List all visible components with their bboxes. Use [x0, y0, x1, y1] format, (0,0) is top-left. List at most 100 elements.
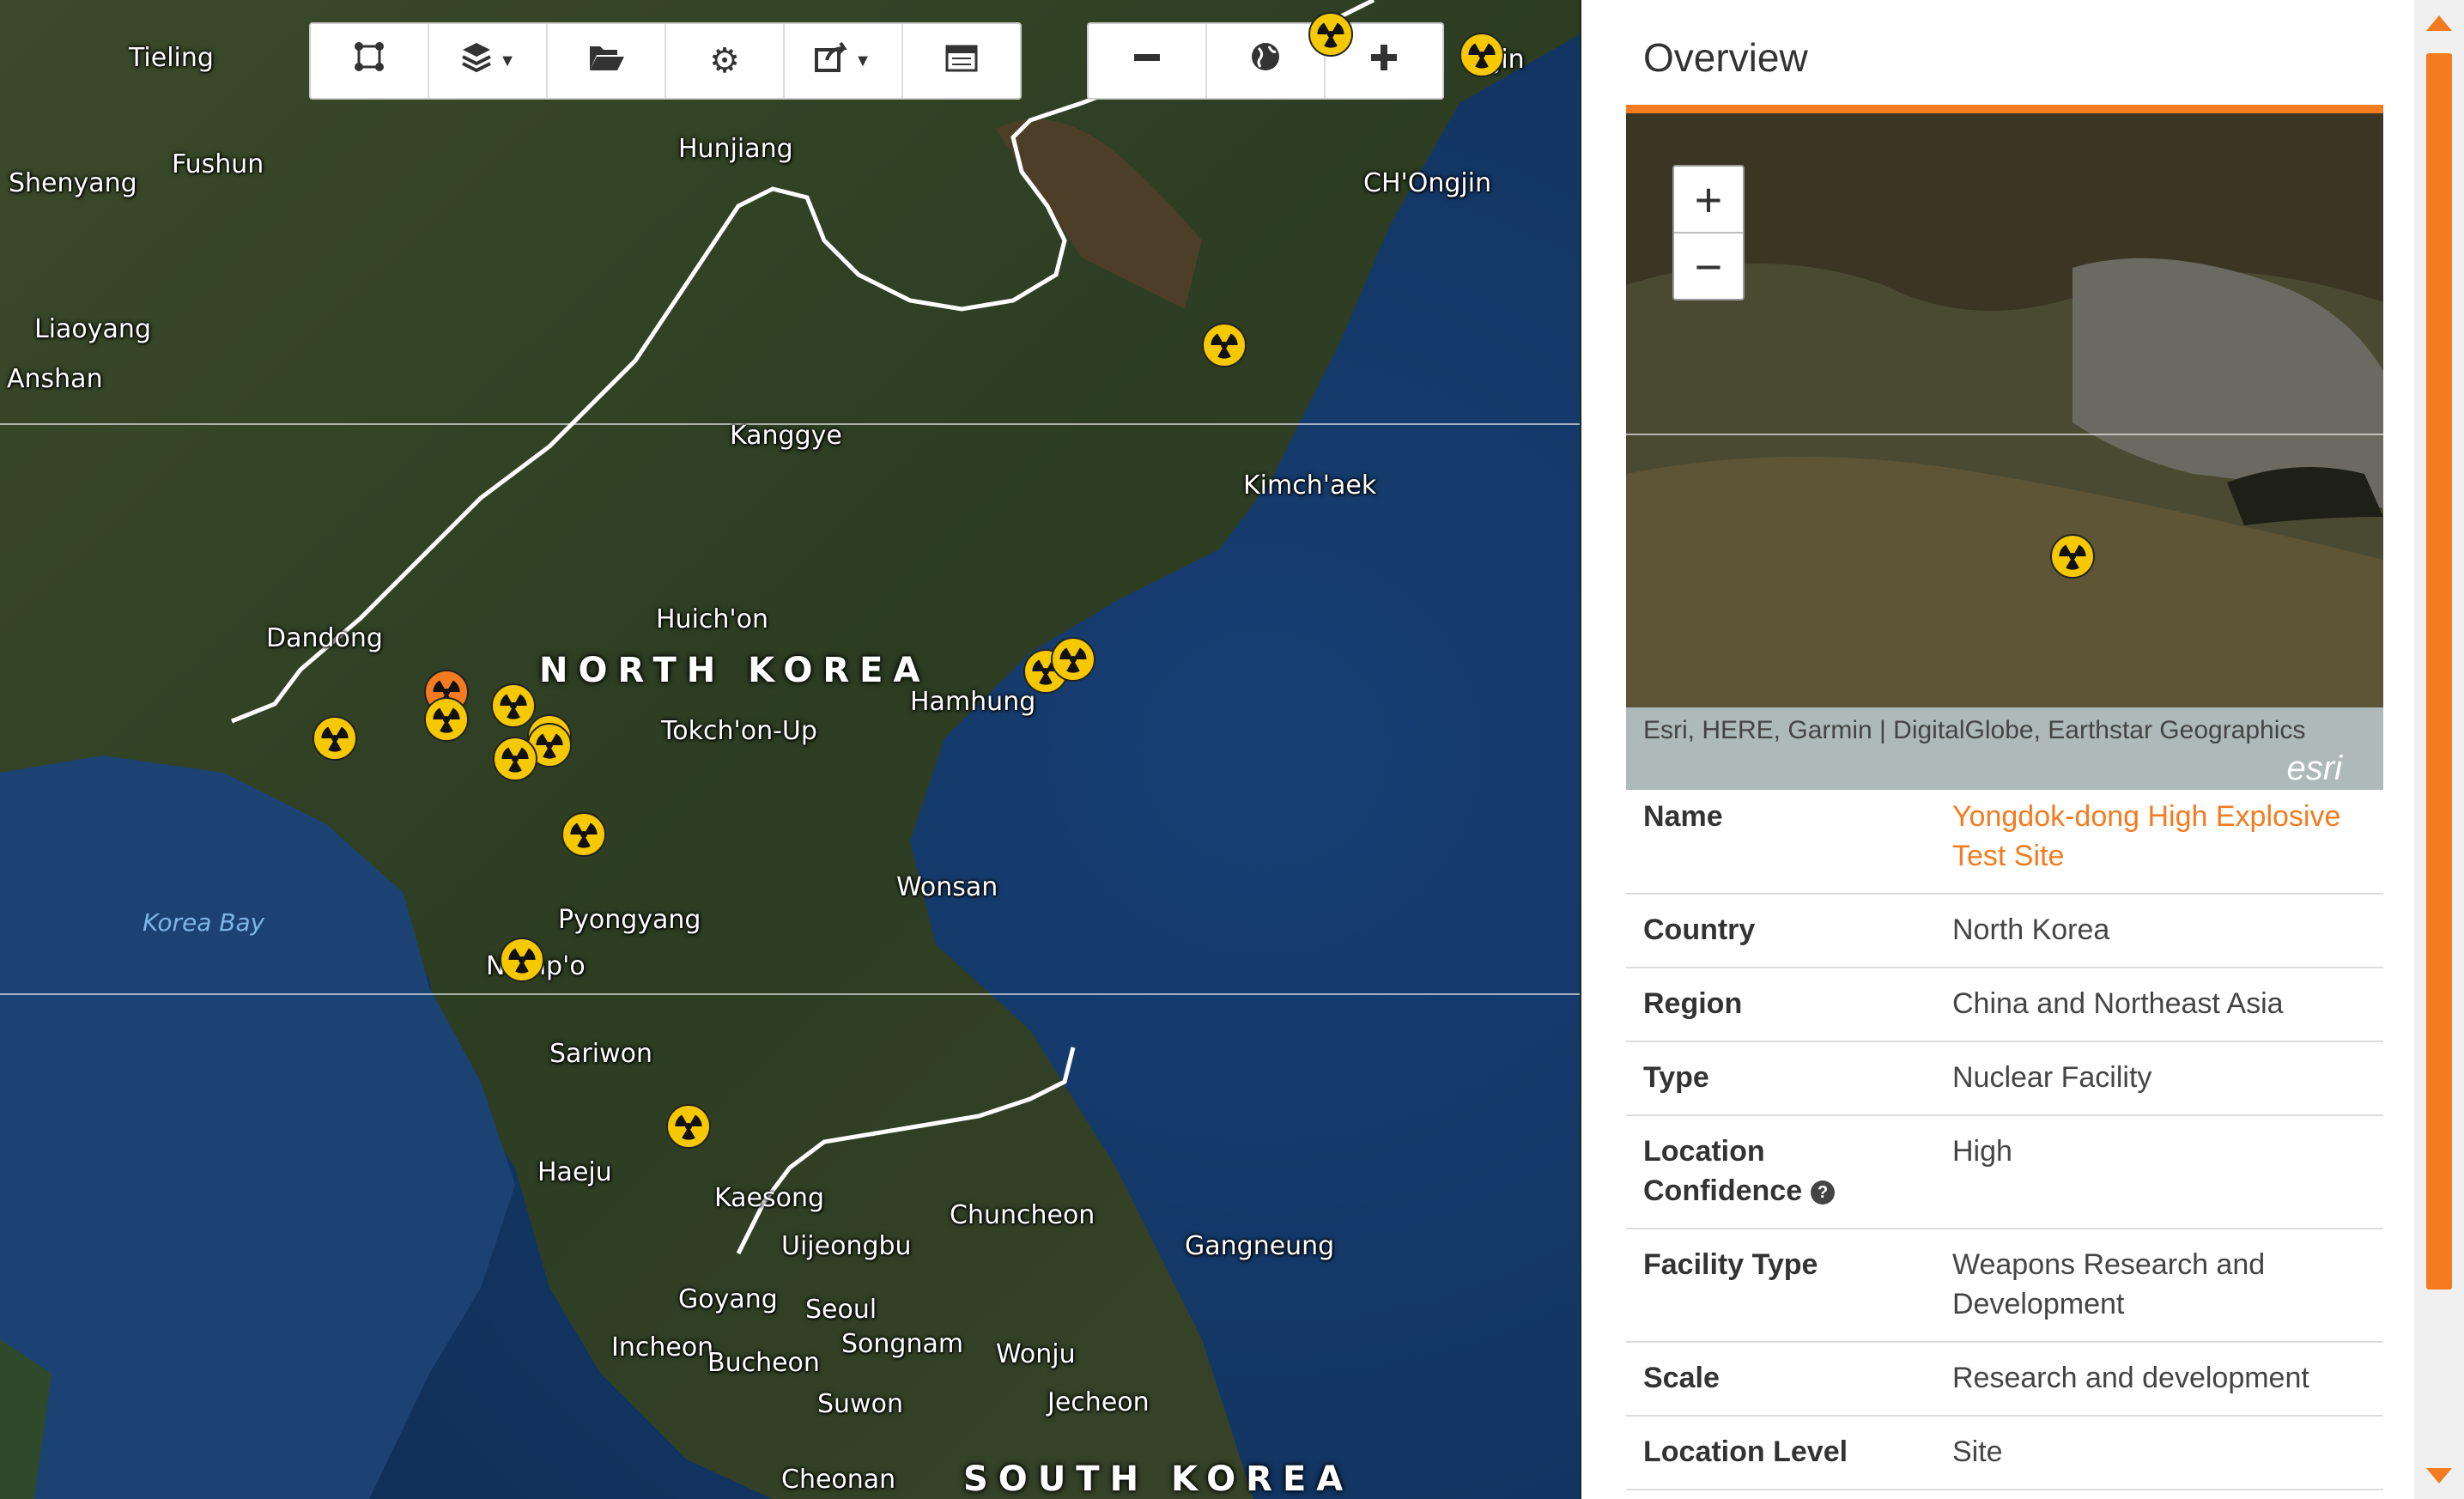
- water-label: Korea Bay: [143, 908, 265, 937]
- scroll-up-arrow-icon[interactable]: [2426, 15, 2452, 31]
- panel-scrollbar[interactable]: [2414, 0, 2464, 1499]
- table-row: Region China and Northeast Asia: [1626, 968, 2383, 1042]
- city-label: Hunjiang: [678, 134, 793, 164]
- table-row: Type Nuclear Facility: [1626, 1041, 2383, 1116]
- facility-marker[interactable]: [492, 736, 538, 782]
- city-label: Chuncheon: [950, 1200, 1095, 1230]
- city-label: Wonsan: [896, 872, 998, 902]
- nuclear-radiation-icon: [1308, 12, 1353, 57]
- facility-marker[interactable]: [1308, 11, 1354, 58]
- row-key: Region: [1626, 968, 1935, 1042]
- city-label: Cheonan: [781, 1465, 896, 1495]
- row-key-with-help: Location Confidence?: [1626, 1115, 1935, 1229]
- gear-icon: ⚙: [709, 42, 740, 80]
- overview-map[interactable]: + − Esri, HERE, Garmin | DigitalGlobe, E…: [1626, 105, 2383, 790]
- overview-zoom-control: + −: [1672, 165, 1745, 300]
- table-row: Location Level Site: [1626, 1416, 2383, 1490]
- folder-icon: [588, 42, 624, 81]
- layers-button[interactable]: ▼: [429, 24, 548, 98]
- draw-tool-button[interactable]: [311, 24, 429, 98]
- table-row: Name Yongdok-dong High Explosive Test Sit…: [1626, 781, 2383, 895]
- city-label: Songnam: [841, 1329, 964, 1359]
- scroll-down-arrow-icon[interactable]: [2426, 1468, 2452, 1484]
- row-key: Country: [1626, 894, 1935, 968]
- details-table: Name Yongdok-dong High Explosive Test Sit…: [1626, 781, 2383, 1490]
- table-row: Scale Research and development: [1626, 1342, 2383, 1417]
- nuclear-radiation-icon: [1460, 33, 1504, 77]
- selected-site-marker[interactable]: [2049, 533, 2096, 580]
- city-label: Hamhung: [910, 687, 1036, 717]
- city-label: Gangneung: [1185, 1231, 1335, 1261]
- panel-title: Overview: [1643, 35, 1808, 80]
- city-label: Shenyang: [9, 168, 137, 198]
- row-key: Name: [1626, 781, 1935, 895]
- table-row: Location Confidence? High: [1626, 1115, 2383, 1229]
- chevron-down-icon: ▼: [854, 51, 871, 70]
- nuclear-radiation-icon: [424, 697, 469, 742]
- draw-icon: [352, 39, 386, 82]
- nuclear-radiation-icon: [493, 737, 537, 781]
- row-value: Research and development: [1935, 1342, 2383, 1417]
- facility-marker[interactable]: [423, 696, 470, 743]
- map-view[interactable]: ▼ ⚙ ▼ Tieling Shenyang Fushun Hunjiang CH'On…: [0, 0, 1580, 1499]
- calendar-icon: [945, 41, 978, 81]
- row-key: Type: [1626, 1041, 1935, 1116]
- city-label: Jecheon: [1047, 1387, 1150, 1417]
- globe-icon: [1250, 41, 1281, 81]
- country-label: NORTH KOREA: [539, 651, 931, 690]
- plus-icon: [1369, 42, 1399, 81]
- facility-marker[interactable]: [1201, 322, 1247, 368]
- nuclear-radiation-icon: [1202, 323, 1247, 367]
- attribution-text: Esri, HERE, Garmin | DigitalGlobe, Earth…: [1643, 716, 2306, 744]
- row-value: Weapons Research and Development: [1935, 1229, 2383, 1343]
- city-label: Kaesong: [714, 1183, 825, 1213]
- nuclear-radiation-icon: [1051, 637, 1095, 682]
- facility-marker[interactable]: [1050, 636, 1096, 683]
- nuclear-radiation-icon: [313, 716, 357, 761]
- zoom-toolbar: [1087, 22, 1444, 100]
- overview-zoom-in-button[interactable]: +: [1674, 167, 1743, 234]
- table-row: Facility Type Weapons Research and Develo…: [1626, 1229, 2383, 1343]
- city-label: Wonju: [996, 1339, 1076, 1369]
- site-name-link[interactable]: Yongdok-dong High Explosive Test Site: [1935, 781, 2383, 895]
- facility-marker[interactable]: [665, 1103, 712, 1150]
- city-label: Goyang: [678, 1284, 778, 1314]
- table-row: Country North Korea: [1626, 894, 2383, 968]
- city-label: Anshan: [7, 364, 103, 394]
- row-value: Site: [1935, 1416, 2383, 1490]
- row-key: Location Confidence: [1643, 1135, 1803, 1207]
- help-icon[interactable]: ?: [1811, 1180, 1836, 1205]
- city-label: Uijeongbu: [781, 1231, 912, 1261]
- row-value: High: [1935, 1115, 2383, 1229]
- row-key: Location Level: [1626, 1416, 1935, 1490]
- satellite-basemap: [0, 0, 1580, 1499]
- map-tools-toolbar: ▼ ⚙ ▼: [309, 22, 1022, 100]
- zoom-out-button[interactable]: [1089, 24, 1207, 98]
- open-button[interactable]: [548, 24, 666, 98]
- city-label: Seoul: [805, 1295, 877, 1325]
- row-key: Facility Type: [1626, 1229, 1935, 1343]
- row-value: China and Northeast Asia: [1935, 968, 2383, 1042]
- map-attribution: Esri, HERE, Garmin | DigitalGlobe, Earth…: [1626, 707, 2383, 790]
- calendar-button[interactable]: [903, 24, 1020, 98]
- city-label: Huich'on: [656, 604, 769, 634]
- row-key: Scale: [1626, 1342, 1935, 1417]
- city-label: Fushun: [172, 149, 264, 179]
- city-label: Tieling: [129, 43, 214, 73]
- city-label: Liaoyang: [34, 314, 151, 344]
- facility-marker[interactable]: [1459, 32, 1505, 78]
- city-label: Incheon: [611, 1332, 714, 1362]
- nuclear-radiation-icon: [561, 812, 606, 857]
- facility-marker[interactable]: [561, 811, 607, 858]
- facility-marker[interactable]: [312, 715, 358, 762]
- share-button[interactable]: ▼: [785, 24, 903, 98]
- facility-marker[interactable]: [499, 937, 545, 983]
- city-label: Haeju: [537, 1157, 612, 1187]
- city-label: Pyongyang: [558, 905, 701, 935]
- scrollbar-thumb[interactable]: [2426, 53, 2452, 1290]
- row-value: Nuclear Facility: [1935, 1041, 2383, 1116]
- settings-button[interactable]: ⚙: [666, 24, 785, 98]
- minus-icon: [1132, 42, 1162, 81]
- overview-zoom-out-button[interactable]: −: [1674, 234, 1743, 299]
- nuclear-radiation-icon: [2050, 534, 2095, 579]
